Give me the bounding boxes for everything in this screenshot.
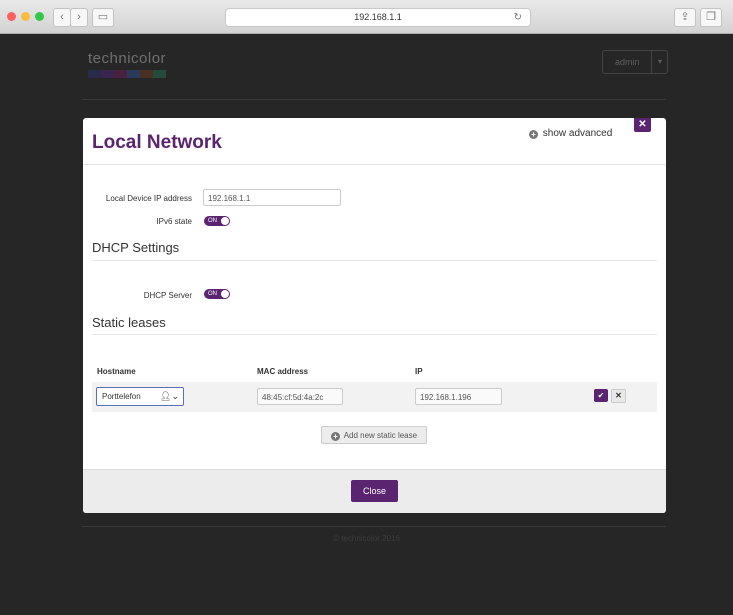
sidebar-icon: ▭ (97, 11, 109, 23)
static-leases-heading: Static leases (92, 315, 166, 330)
local-ip-label: Local Device IP address (105, 194, 192, 203)
url-text: 192.168.1.1 (354, 12, 402, 22)
close-icon: ✕ (615, 391, 622, 400)
confirm-lease-button[interactable]: ✔ (594, 389, 608, 402)
local-ip-input[interactable]: 192.168.1.1 (203, 189, 341, 206)
plus-circle-icon: + (529, 130, 538, 139)
check-icon: ✔ (597, 391, 605, 400)
share-icon: ⇪ (680, 11, 690, 23)
tabs-button[interactable]: ❐ (700, 8, 722, 27)
divider (92, 260, 657, 261)
tabs-icon: ❐ (706, 11, 716, 23)
show-advanced-label: show advanced (542, 128, 613, 139)
dhcp-settings-heading: DHCP Settings (92, 240, 180, 255)
dhcp-server-label: DHCP Server (143, 291, 192, 300)
show-advanced-link[interactable]: + show advanced (529, 128, 612, 139)
hostname-header: Hostname (97, 367, 136, 376)
ip-header: IP (415, 367, 423, 376)
hostname-select[interactable]: Porttelefon 👤︎⌄ (96, 387, 184, 406)
divider (92, 334, 657, 335)
address-bar[interactable]: 192.168.1.1 ↻ (225, 8, 531, 27)
window-close-button[interactable] (7, 12, 16, 21)
dhcp-server-toggle[interactable]: ON (204, 289, 230, 299)
footer-text: © technicolor 2016 (333, 534, 400, 543)
ip-input[interactable]: 192.168.1.196 (415, 388, 502, 405)
sidebar-button[interactable]: ▭ (92, 8, 114, 27)
modal-close-icon[interactable]: ✕ (634, 118, 651, 132)
share-button[interactable]: ⇪ (674, 8, 696, 27)
modal-title: Local Network (92, 132, 222, 153)
ipv6-toggle[interactable]: ON (204, 216, 230, 226)
admin-label: admin (615, 57, 640, 67)
brand-logo-text: technicolor (88, 50, 167, 67)
admin-menu[interactable]: admin ▾ (602, 50, 668, 74)
forward-button[interactable]: › (70, 8, 88, 27)
table-row: Porttelefon 👤︎⌄ 48:45:cf:5d:4a:2c 192.16… (92, 382, 657, 412)
mac-header: MAC address (257, 367, 309, 376)
delete-lease-button[interactable]: ✕ (611, 389, 626, 403)
caret-down-icon: ▾ (657, 57, 662, 66)
close-button[interactable]: Close (351, 480, 398, 502)
plus-circle-icon: + (330, 432, 340, 441)
mac-input[interactable]: 48:45:cf:5d:4a:2c (257, 388, 343, 405)
modal-footer: Close (83, 469, 666, 513)
divider (82, 526, 666, 527)
reload-icon[interactable]: ↻ (514, 9, 522, 26)
add-static-lease-button[interactable]: + Add new static lease (321, 426, 427, 444)
divider (83, 164, 666, 165)
local-network-modal: Local Network + show advanced ✕ Local De… (83, 118, 666, 513)
ipv6-label: IPv6 state (156, 217, 192, 226)
browser-toolbar: ‹ › ▭ 192.168.1.1 ↻ ⇪ ❐ (0, 0, 733, 34)
divider (82, 99, 666, 100)
window-minimize-button[interactable] (21, 12, 30, 21)
user-dropdown-icon: 👤︎⌄ (160, 391, 179, 401)
back-button[interactable]: ‹ (53, 8, 71, 27)
window-zoom-button[interactable] (35, 12, 44, 21)
brand-logo-bar (88, 70, 166, 78)
chevron-right-icon: › (77, 11, 81, 23)
chevron-left-icon: ‹ (60, 11, 64, 23)
